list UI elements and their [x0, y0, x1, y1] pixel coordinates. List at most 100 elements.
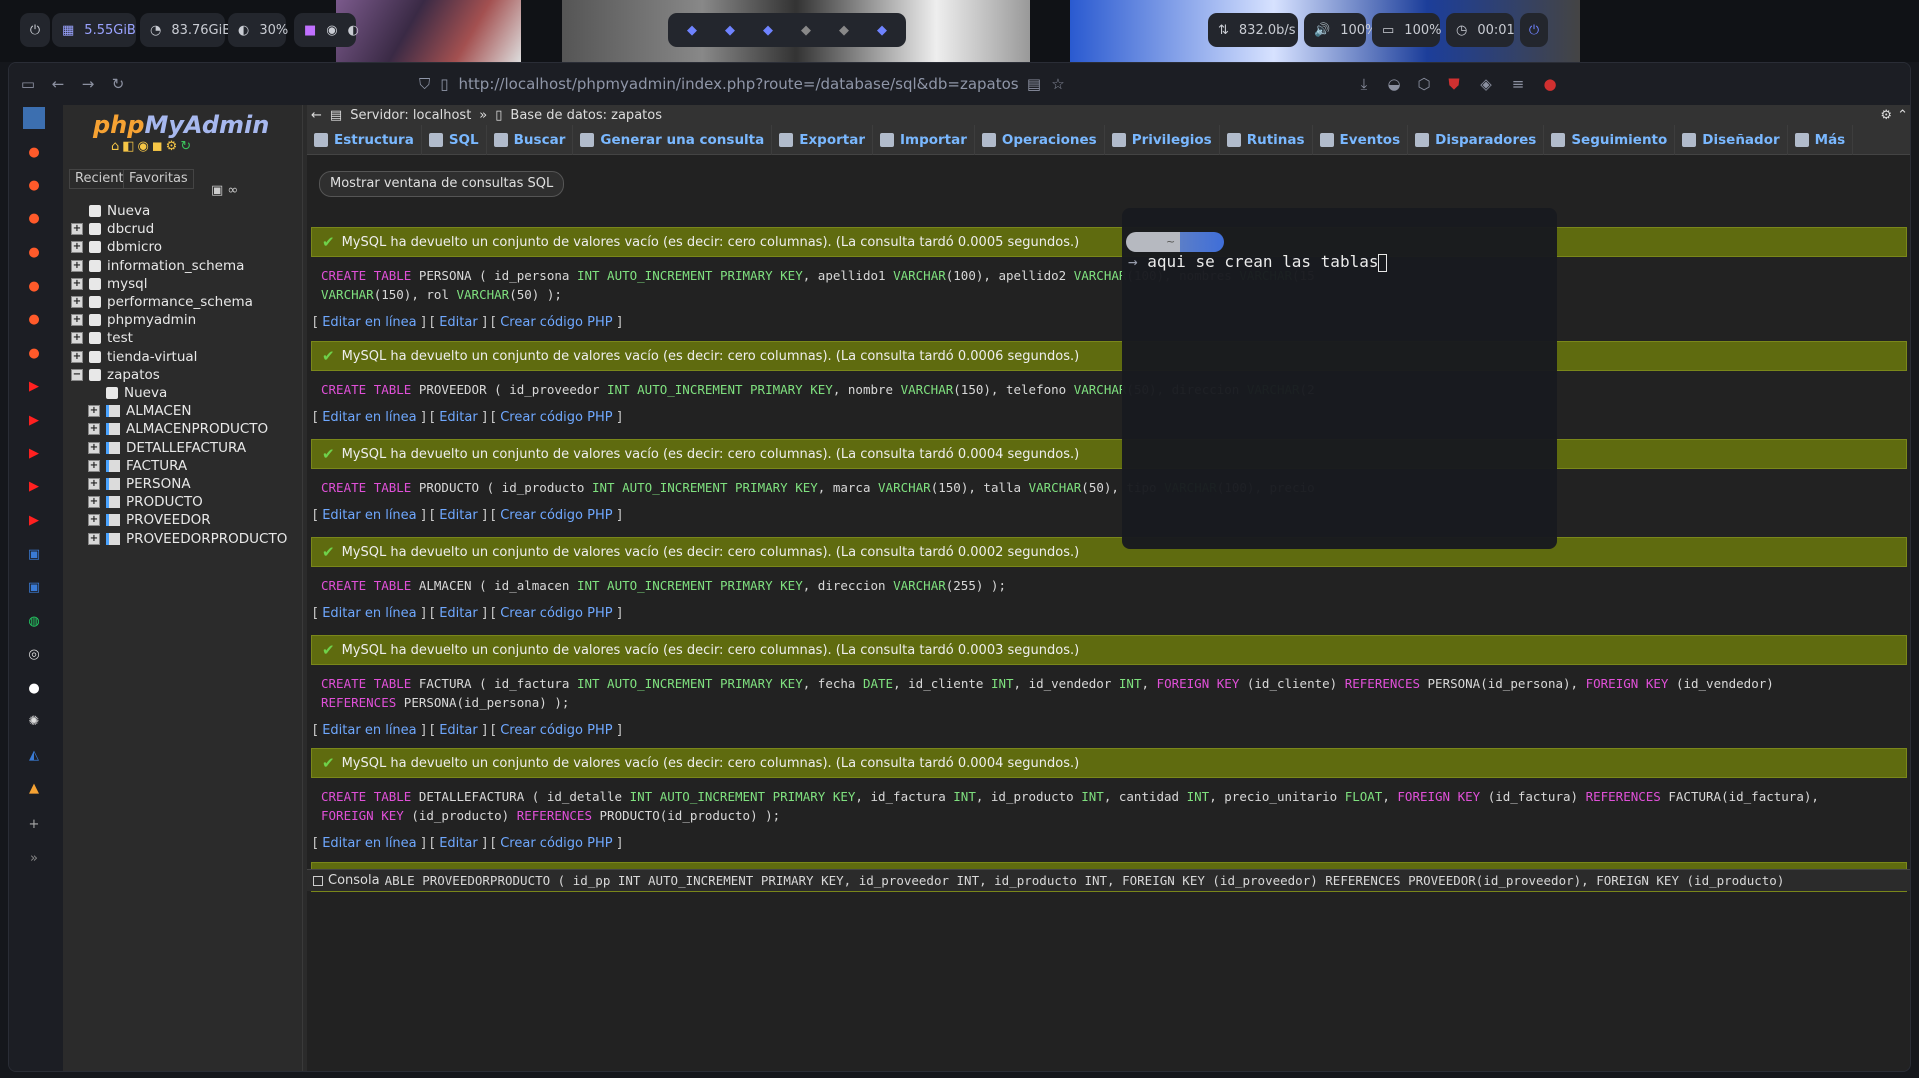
reddit-icon[interactable]: ●: [23, 241, 45, 263]
pma-logo[interactable]: phpMyAdmin: [93, 111, 269, 139]
tree-item-label[interactable]: DETALLEFACTURA: [126, 440, 246, 456]
app-icon[interactable]: ▣: [23, 543, 45, 565]
openai-icon[interactable]: ✺: [23, 710, 45, 732]
edit-link[interactable]: Editar: [439, 508, 478, 523]
reddit-icon[interactable]: ●: [23, 207, 45, 229]
create-php-code-link[interactable]: Crear código PHP: [500, 836, 612, 851]
tree-item-label[interactable]: FACTURA: [126, 458, 187, 474]
tab-sql[interactable]: SQL: [422, 124, 487, 155]
expand-toggle-icon[interactable]: +: [88, 441, 100, 454]
expand-toggle-icon[interactable]: +: [88, 405, 100, 418]
extensions-icon[interactable]: ⬡: [1409, 69, 1439, 99]
tab-dise-ador[interactable]: Diseñador: [1675, 124, 1788, 155]
forward-button[interactable]: →: [73, 69, 103, 99]
breadcrumb-server[interactable]: Servidor: localhost: [350, 108, 471, 123]
tree-new-item[interactable]: Nueva: [71, 201, 150, 221]
tree-db-item[interactable]: + test: [71, 328, 133, 348]
create-php-code-link[interactable]: Crear código PHP: [500, 606, 612, 621]
reload-button[interactable]: ↻: [103, 69, 133, 99]
extension-icon[interactable]: ◒: [1379, 69, 1409, 99]
expand-toggle-icon[interactable]: +: [88, 423, 100, 436]
menu-icon[interactable]: ≡: [1503, 69, 1533, 99]
tree-db-item[interactable]: + phpmyadmin: [71, 310, 196, 330]
back-button[interactable]: ←: [43, 69, 73, 99]
edit-link[interactable]: Editar: [439, 606, 478, 621]
tree-item-label[interactable]: phpmyadmin: [107, 312, 196, 328]
youtube-icon[interactable]: ▶: [23, 375, 45, 397]
edit-inline-link[interactable]: Editar en línea: [322, 315, 416, 330]
tree-item-label[interactable]: PERSONA: [126, 476, 191, 492]
tree-item-label[interactable]: PROVEEDOR: [126, 512, 211, 528]
power-menu-icon[interactable]: ⏻: [20, 13, 50, 47]
tree-item-label[interactable]: zapatos: [107, 367, 160, 383]
tree-table-item[interactable]: + PROVEEDORPRODUCTO: [88, 529, 287, 549]
tree-item-label[interactable]: Nueva: [107, 203, 150, 219]
show-sql-window-button[interactable]: Mostrar ventana de consultas SQL: [319, 171, 565, 197]
create-php-code-link[interactable]: Crear código PHP: [500, 723, 612, 738]
url-bar[interactable]: ⛉ ▯ http://localhost/phpmyadmin/index.ph…: [409, 69, 1309, 99]
close-icon[interactable]: ●: [1535, 69, 1565, 99]
edit-link[interactable]: Editar: [439, 836, 478, 851]
expand-icon[interactable]: »: [23, 847, 45, 869]
tab-privilegios[interactable]: Privilegios: [1105, 124, 1220, 155]
tree-item-label[interactable]: dbcrud: [107, 221, 154, 237]
share-icon[interactable]: ◭: [23, 744, 45, 766]
edit-link[interactable]: Editar: [439, 315, 478, 330]
tab-seguimiento[interactable]: Seguimiento: [1544, 124, 1676, 155]
tree-table-item[interactable]: + DETALLEFACTURA: [88, 438, 246, 458]
tree-item-label[interactable]: performance_schema: [107, 294, 253, 310]
edit-inline-link[interactable]: Editar en línea: [322, 410, 416, 425]
reddit-icon[interactable]: ●: [23, 342, 45, 364]
tree-item-label[interactable]: ALMACENPRODUCTO: [126, 421, 268, 437]
tree-db-item[interactable]: + dbcrud: [71, 219, 154, 239]
collapse-icon[interactable]: ⌃: [1897, 108, 1908, 123]
expand-toggle-icon[interactable]: +: [71, 259, 83, 272]
tree-table-item[interactable]: + PROVEEDOR: [88, 510, 211, 530]
settings-gear-icon[interactable]: ⚙: [1880, 108, 1892, 123]
tab-generar-una-consulta[interactable]: Generar una consulta: [573, 124, 773, 155]
expand-toggle-icon[interactable]: +: [88, 478, 100, 490]
expand-toggle-icon[interactable]: +: [71, 314, 83, 327]
ublock-icon[interactable]: ⛊: [1439, 69, 1469, 99]
collapse-nav-icon[interactable]: ←: [311, 108, 322, 123]
sql-console-bar[interactable]: Consola ABLE PROVEEDORPRODUCTO ( id_pp I…: [307, 869, 1910, 891]
url-text[interactable]: http://localhost/phpmyadmin/index.php?ro…: [459, 75, 1019, 93]
expand-toggle-icon[interactable]: −: [71, 368, 83, 381]
tree-db-item[interactable]: − zapatos: [71, 365, 160, 385]
tree-db-item[interactable]: + dbmicro: [71, 237, 162, 257]
tree-db-item[interactable]: + tienda-virtual: [71, 347, 197, 367]
tree-db-item[interactable]: + performance_schema: [71, 292, 253, 312]
reddit-icon[interactable]: ●: [23, 275, 45, 297]
youtube-icon[interactable]: ▶: [23, 409, 45, 431]
tree-table-item[interactable]: + PERSONA: [88, 474, 191, 494]
console-label[interactable]: Consola: [328, 873, 380, 888]
breadcrumb-db[interactable]: Base de datos: zapatos: [510, 108, 662, 123]
profile-icon[interactable]: ◈: [1471, 69, 1501, 99]
expand-toggle-icon[interactable]: +: [71, 332, 83, 345]
create-php-code-link[interactable]: Crear código PHP: [500, 508, 612, 523]
globe-icon[interactable]: ◎: [23, 643, 45, 665]
download-icon[interactable]: ⤓: [1349, 69, 1379, 99]
reddit-icon[interactable]: ●: [23, 141, 45, 163]
edit-link[interactable]: Editar: [439, 410, 478, 425]
tree-item-label[interactable]: information_schema: [107, 258, 244, 274]
workspaces[interactable]: ◆ ◆ ◆ ◆ ◆ ◆: [668, 13, 906, 47]
create-php-code-link[interactable]: Crear código PHP: [500, 410, 612, 425]
github-icon[interactable]: ●: [23, 677, 45, 699]
tree-table-item[interactable]: + ALMACEN: [88, 401, 191, 421]
nav-quick-icons[interactable]: ⌂◧◉◼⚙↻: [111, 139, 194, 154]
reddit-icon[interactable]: ●: [23, 308, 45, 330]
tree-db-item[interactable]: + mysql: [71, 274, 148, 294]
terminal-line[interactable]: → aqui se crean las tablas: [1128, 252, 1388, 272]
youtube-icon[interactable]: ▶: [23, 475, 45, 497]
tree-item-label[interactable]: dbmicro: [107, 239, 162, 255]
collapse-link-icon[interactable]: ▣ ∞: [211, 183, 238, 198]
tree-item-label[interactable]: PROVEEDORPRODUCTO: [126, 531, 287, 547]
add-icon[interactable]: +: [23, 813, 45, 835]
tab-buscar[interactable]: Buscar: [487, 124, 574, 155]
tree-item-label[interactable]: tienda-virtual: [107, 349, 197, 365]
edit-inline-link[interactable]: Editar en línea: [322, 723, 416, 738]
expand-toggle-icon[interactable]: +: [88, 514, 100, 527]
tree-item-label[interactable]: Nueva: [124, 385, 167, 401]
expand-toggle-icon[interactable]: +: [71, 241, 83, 254]
